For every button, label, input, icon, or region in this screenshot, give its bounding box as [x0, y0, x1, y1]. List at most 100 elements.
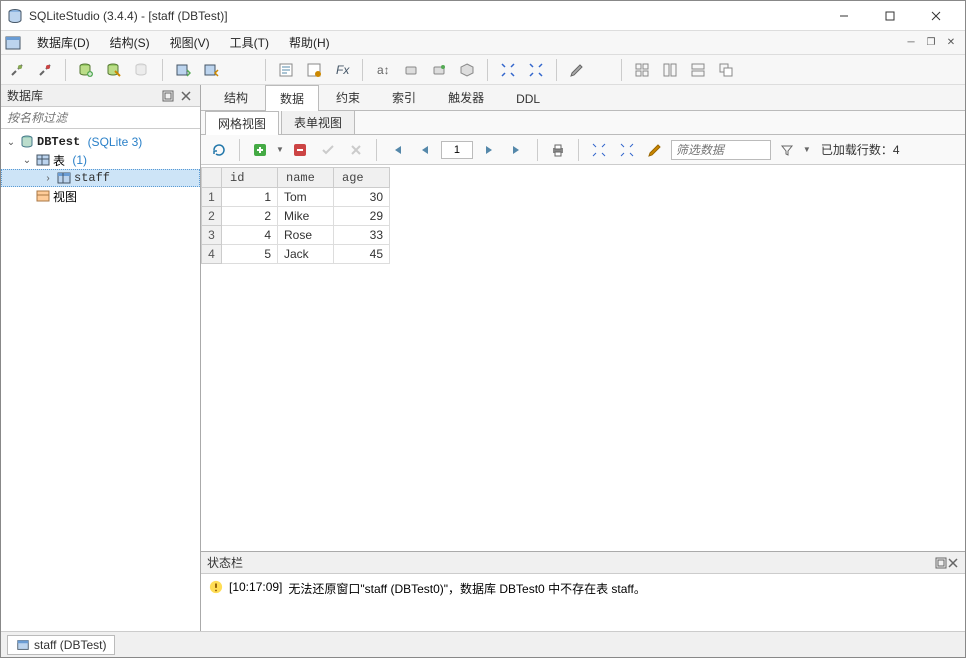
next-page-icon[interactable]	[477, 138, 501, 162]
function-icon[interactable]: Fx	[330, 58, 354, 82]
edit-db-icon[interactable]	[102, 58, 126, 82]
fit-content-icon[interactable]	[615, 138, 639, 162]
filter-dropdown-icon[interactable]: ▼	[803, 145, 811, 154]
tab-ddl[interactable]: DDL	[501, 87, 555, 110]
row-count-label: 已加载行数：4	[821, 141, 900, 158]
tab-trigger[interactable]: 触发器	[433, 85, 499, 110]
remove-db-icon[interactable]	[130, 58, 154, 82]
last-page-icon[interactable]	[505, 138, 529, 162]
cell[interactable]: 33	[334, 226, 390, 245]
cell[interactable]: 30	[334, 188, 390, 207]
tree-table-staff[interactable]: › staff	[1, 169, 200, 187]
data-grid[interactable]: id name age 11Tom30 22Mike29 34Rose33 45…	[201, 165, 965, 551]
sql-history-icon[interactable]	[302, 58, 326, 82]
collapse-icon[interactable]	[524, 58, 548, 82]
fit-columns-icon[interactable]	[587, 138, 611, 162]
minimize-button[interactable]	[821, 1, 867, 31]
tile-h-icon[interactable]	[658, 58, 682, 82]
col-id[interactable]: id	[222, 168, 278, 188]
viewtab-grid[interactable]: 网格视图	[205, 111, 279, 135]
maximize-button[interactable]	[867, 1, 913, 31]
refresh-icon[interactable]	[207, 138, 231, 162]
first-page-icon[interactable]	[385, 138, 409, 162]
database-filter[interactable]	[1, 107, 200, 129]
cell[interactable]: Tom	[278, 188, 334, 207]
close-panel-icon[interactable]	[178, 88, 194, 104]
tab-constraint[interactable]: 约束	[321, 85, 375, 110]
tab-data[interactable]: 数据	[265, 85, 319, 111]
tree-views-row[interactable]: 视图	[1, 187, 200, 205]
cell[interactable]: 2	[222, 207, 278, 226]
collapse-icon[interactable]: ⌄	[21, 155, 33, 166]
mdi-restore-icon[interactable]: ❐	[923, 35, 939, 51]
cell[interactable]: 29	[334, 207, 390, 226]
rollback-icon[interactable]	[344, 138, 368, 162]
cascade-icon[interactable]	[714, 58, 738, 82]
prev-page-icon[interactable]	[413, 138, 437, 162]
delete-row-icon[interactable]	[288, 138, 312, 162]
menu-help[interactable]: 帮助(H)	[279, 32, 340, 53]
database-filter-input[interactable]	[1, 107, 200, 128]
config-icon[interactable]	[565, 58, 589, 82]
cell[interactable]: 5	[222, 245, 278, 264]
view-folder-icon	[35, 188, 51, 204]
menu-structure[interactable]: 结构(S)	[100, 32, 160, 53]
table-row[interactable]: 22Mike29	[202, 207, 390, 226]
cell[interactable]: Jack	[278, 245, 334, 264]
col-name[interactable]: name	[278, 168, 334, 188]
database-tree[interactable]: ⌄ DBTest (SQLite 3) ⌄ 表 (1) › staff	[1, 129, 200, 631]
connect-icon[interactable]	[5, 58, 29, 82]
tile-v-icon[interactable]	[686, 58, 710, 82]
import-icon[interactable]	[171, 58, 195, 82]
col-age[interactable]: age	[334, 168, 390, 188]
detach-icon[interactable]	[160, 88, 176, 104]
window-tab[interactable]: staff (DBTest)	[7, 635, 115, 655]
extension-icon[interactable]	[399, 58, 423, 82]
window-title: SQLiteStudio (3.4.4) - [staff (DBTest)]	[29, 9, 821, 23]
table-tabs: 结构 数据 约束 索引 触发器 DDL	[201, 85, 965, 111]
table-row[interactable]: 34Rose33	[202, 226, 390, 245]
detach-icon[interactable]	[935, 557, 947, 569]
view3d-icon[interactable]	[455, 58, 479, 82]
filter-icon[interactable]	[775, 138, 799, 162]
filter-input[interactable]	[671, 140, 771, 160]
tree-tables-row[interactable]: ⌄ 表 (1)	[1, 151, 200, 169]
insert-row-icon[interactable]	[248, 138, 272, 162]
tab-structure[interactable]: 结构	[209, 85, 263, 110]
tab-index[interactable]: 索引	[377, 85, 431, 110]
cell[interactable]: 1	[222, 188, 278, 207]
sql-editor-icon[interactable]	[274, 58, 298, 82]
page-input[interactable]	[441, 141, 473, 159]
mdi-close-icon[interactable]: ✕	[943, 35, 959, 51]
expand-icon[interactable]: ›	[42, 173, 54, 184]
menu-view[interactable]: 视图(V)	[160, 32, 220, 53]
commit-icon[interactable]	[316, 138, 340, 162]
disconnect-icon[interactable]	[33, 58, 57, 82]
cell[interactable]: 45	[334, 245, 390, 264]
cell[interactable]: Rose	[278, 226, 334, 245]
collation-icon[interactable]: a↕	[371, 58, 395, 82]
edit-cell-icon[interactable]	[643, 138, 667, 162]
expand-icon[interactable]	[496, 58, 520, 82]
viewtab-form[interactable]: 表单视图	[281, 110, 355, 134]
insert-dropdown-icon[interactable]: ▼	[276, 145, 284, 154]
export-icon[interactable]	[199, 58, 223, 82]
print-icon[interactable]	[546, 138, 570, 162]
main-toolbar: Fx a↕	[1, 55, 965, 85]
ext2-icon[interactable]	[427, 58, 451, 82]
mdi-minimize-icon[interactable]: ─	[903, 35, 919, 51]
close-button[interactable]	[913, 1, 959, 31]
view-tabs: 网格视图 表单视图	[201, 111, 965, 135]
cell[interactable]: 4	[222, 226, 278, 245]
tile-icon[interactable]	[630, 58, 654, 82]
table-row[interactable]: 11Tom30	[202, 188, 390, 207]
add-db-icon[interactable]	[74, 58, 98, 82]
main-panel: 结构 数据 约束 索引 触发器 DDL 网格视图 表单视图 ▼	[201, 85, 965, 631]
tree-db-row[interactable]: ⌄ DBTest (SQLite 3)	[1, 133, 200, 151]
table-row[interactable]: 45Jack45	[202, 245, 390, 264]
menu-database[interactable]: 数据库(D)	[27, 32, 100, 53]
cell[interactable]: Mike	[278, 207, 334, 226]
menu-tool[interactable]: 工具(T)	[220, 32, 279, 53]
collapse-icon[interactable]: ⌄	[5, 137, 17, 148]
close-panel-icon[interactable]	[947, 557, 959, 569]
